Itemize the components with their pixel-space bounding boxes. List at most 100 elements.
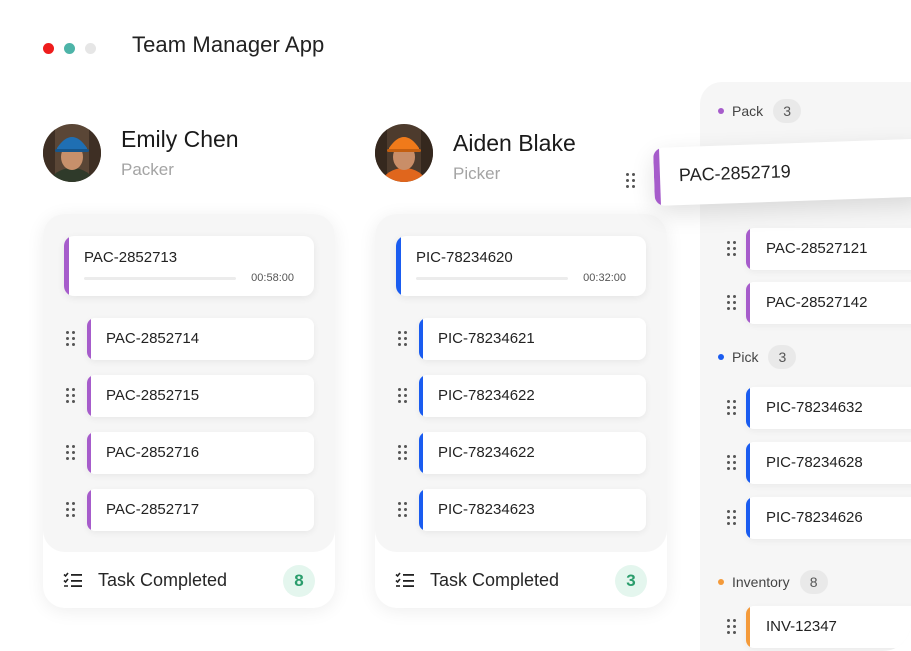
group-header-pack[interactable]: Pack 3 xyxy=(718,99,802,123)
drag-handle-icon[interactable] xyxy=(727,455,736,470)
task-code: PAC-2852719 xyxy=(678,161,791,186)
checklist-icon xyxy=(395,572,414,587)
task-progress-bar xyxy=(84,277,236,280)
task-card[interactable]: PAC-28527142 xyxy=(746,282,911,324)
group-header-pick[interactable]: Pick 3 xyxy=(718,345,797,369)
task-card[interactable]: PAC-2852717 xyxy=(87,489,314,531)
queue-task-item[interactable]: PAC-28527142 xyxy=(727,282,911,324)
task-accent-bar xyxy=(746,442,750,484)
minimize-window-dot[interactable] xyxy=(64,43,75,54)
drag-handle-icon[interactable] xyxy=(66,445,76,461)
checklist-icon xyxy=(63,572,82,587)
task-list: PIC-78234620 00:32:00 PIC-78234621 PIC-7… xyxy=(375,214,667,552)
drag-handle-icon[interactable] xyxy=(398,502,408,518)
queue-task-item[interactable]: PAC-28527121 xyxy=(727,228,911,270)
drag-handle-icon[interactable] xyxy=(626,173,635,188)
avatar[interactable] xyxy=(375,124,433,182)
task-completed-label: Task Completed xyxy=(430,570,560,590)
group-count-badge: 3 xyxy=(773,99,802,123)
task-code: PIC-78234628 xyxy=(766,454,863,471)
drag-handle-icon[interactable] xyxy=(727,510,736,525)
task-accent-bar xyxy=(87,375,91,417)
task-code: PIC-78234632 xyxy=(766,399,863,416)
group-color-dot xyxy=(718,579,724,585)
drag-handle-icon[interactable] xyxy=(727,295,736,310)
task-item[interactable]: PIC-78234622 xyxy=(398,432,646,474)
group-name: Pack xyxy=(732,103,764,119)
task-item[interactable]: PAC-2852717 xyxy=(66,489,314,531)
task-accent-bar xyxy=(419,318,423,360)
group-header-inventory[interactable]: Inventory 8 xyxy=(718,570,828,594)
group-color-dot xyxy=(718,354,724,360)
task-card[interactable]: PAC-2852714 xyxy=(87,318,314,360)
queue-task-item[interactable]: INV-12347 xyxy=(727,606,911,648)
task-code: PAC-2852717 xyxy=(106,501,200,518)
task-code: PIC-78234622 xyxy=(438,444,535,461)
task-card[interactable]: PAC-2852716 xyxy=(87,432,314,474)
close-window-dot[interactable] xyxy=(43,43,54,54)
group-count-badge: 3 xyxy=(768,345,797,369)
task-item[interactable]: PAC-2852714 xyxy=(66,318,314,360)
task-card[interactable]: PIC-78234621 xyxy=(419,318,646,360)
task-timer: 00:32:00 xyxy=(583,272,626,284)
task-item[interactable]: PIC-78234622 xyxy=(398,375,646,417)
drag-handle-icon[interactable] xyxy=(66,502,76,518)
drag-handle-icon[interactable] xyxy=(727,400,736,415)
drag-handle-icon[interactable] xyxy=(727,619,736,634)
task-accent-bar xyxy=(419,489,423,531)
active-task-card[interactable]: PIC-78234620 00:32:00 xyxy=(396,236,646,296)
task-accent-bar xyxy=(746,228,750,270)
task-card[interactable]: PIC-78234626 xyxy=(746,497,911,539)
active-task-card[interactable]: PAC-2852713 00:58:00 xyxy=(64,236,314,296)
task-accent-bar xyxy=(64,236,69,296)
queue-task-item[interactable]: PIC-78234628 xyxy=(727,442,911,484)
task-code: PIC-78234620 xyxy=(416,249,513,266)
task-code: PAC-2852716 xyxy=(106,444,200,461)
drag-handle-icon[interactable] xyxy=(398,445,408,461)
queue-task-item[interactable]: PIC-78234626 xyxy=(727,497,911,539)
task-card[interactable]: PIC-78234622 xyxy=(419,375,646,417)
dragged-task-card[interactable]: PAC-2852719 xyxy=(652,138,911,206)
completed-count-badge: 3 xyxy=(615,565,647,597)
task-accent-bar xyxy=(419,432,423,474)
maximize-window-dot[interactable] xyxy=(85,43,96,54)
queue-task-item[interactable]: PIC-78234632 xyxy=(727,387,911,429)
task-item[interactable]: PIC-78234621 xyxy=(398,318,646,360)
drag-handle-icon[interactable] xyxy=(398,331,408,347)
task-item[interactable]: PIC-78234623 xyxy=(398,489,646,531)
task-accent-bar xyxy=(87,432,91,474)
task-card[interactable]: PIC-78234632 xyxy=(746,387,911,429)
task-code: INV-12347 xyxy=(766,618,837,635)
task-card[interactable]: PIC-78234622 xyxy=(419,432,646,474)
drag-handle-icon[interactable] xyxy=(398,388,408,404)
task-completed-footer: Task Completed 3 xyxy=(375,552,667,608)
task-board: PIC-78234620 00:32:00 PIC-78234621 PIC-7… xyxy=(375,214,667,608)
window-controls xyxy=(43,43,96,54)
task-board: PAC-2852713 00:58:00 PAC-2852714 PAC-285… xyxy=(43,214,335,608)
drag-handle-icon[interactable] xyxy=(66,331,76,347)
task-card[interactable]: INV-12347 xyxy=(746,606,911,648)
group-name: Pick xyxy=(732,349,759,365)
task-item[interactable]: PAC-2852716 xyxy=(66,432,314,474)
task-card[interactable]: PIC-78234623 xyxy=(419,489,646,531)
drag-handle-icon[interactable] xyxy=(727,241,736,256)
task-timer: 00:58:00 xyxy=(251,272,294,284)
completed-count-badge: 8 xyxy=(283,565,315,597)
task-card[interactable]: PAC-28527121 xyxy=(746,228,911,270)
task-code: PAC-28527121 xyxy=(766,240,868,257)
task-accent-bar xyxy=(746,606,750,648)
task-card[interactable]: PIC-78234628 xyxy=(746,442,911,484)
worker-column-emily: Emily Chen Packer PAC-2852713 00:58:00 P… xyxy=(43,118,339,608)
task-card[interactable]: PAC-2852715 xyxy=(87,375,314,417)
task-code: PIC-78234623 xyxy=(438,501,535,518)
group-count-badge: 8 xyxy=(799,570,828,594)
task-accent-bar xyxy=(652,147,662,206)
drag-handle-icon[interactable] xyxy=(66,388,76,404)
task-item[interactable]: PAC-2852715 xyxy=(66,375,314,417)
group-color-dot xyxy=(718,108,724,114)
avatar[interactable] xyxy=(43,124,101,182)
app-window: Team Manager App Emily Chen Packer PAC-2… xyxy=(0,0,911,651)
worker-role: Packer xyxy=(121,160,174,179)
task-code: PAC-2852714 xyxy=(106,330,200,347)
app-title: Team Manager App xyxy=(132,32,325,57)
